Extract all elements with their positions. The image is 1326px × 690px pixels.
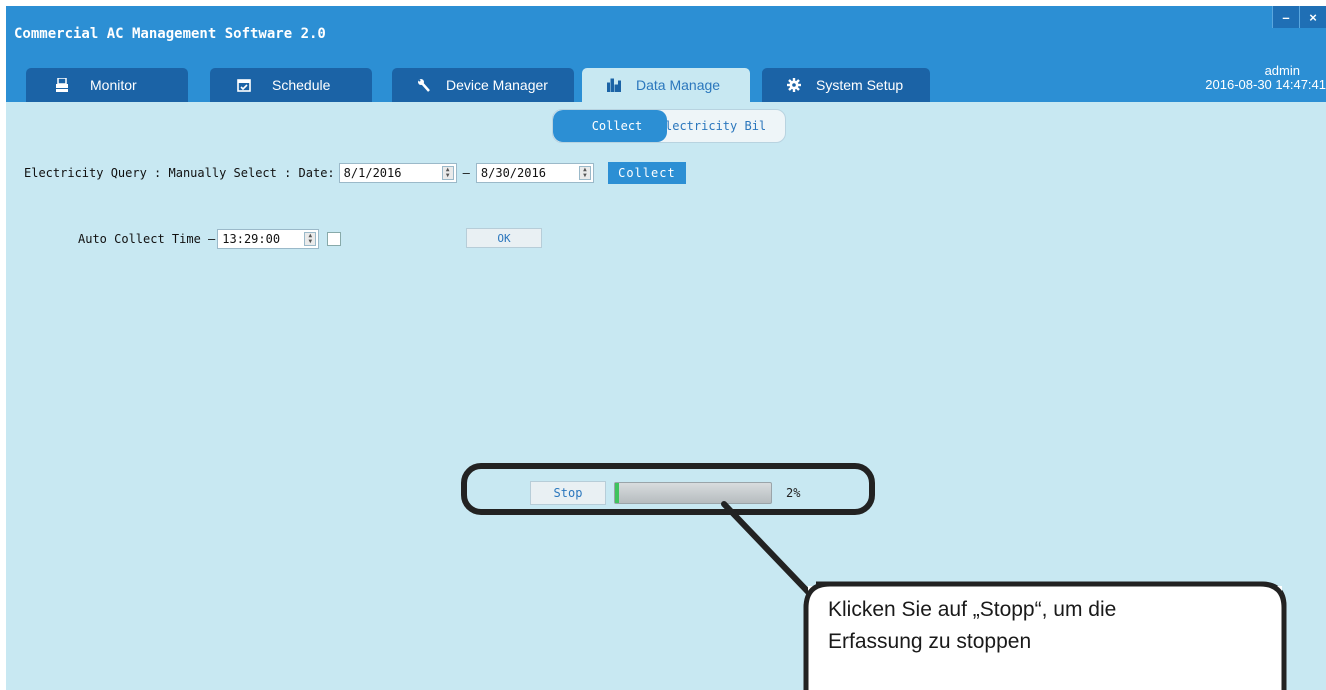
callout-line-1: Klicken Sie auf „Stopp“, um die xyxy=(828,598,1117,621)
callout-highlight-frame xyxy=(461,463,875,515)
ok-button[interactable]: OK xyxy=(466,228,542,248)
date-to-spinner[interactable]: ▲ ▼ xyxy=(578,166,591,180)
callout-text: Klicken Sie auf „Stopp“, um die Erfassun… xyxy=(828,594,1268,658)
tab-label: Device Manager xyxy=(446,77,548,93)
current-datetime: 2016-08-30 14:47:41 xyxy=(1205,77,1326,92)
auto-time-spinner[interactable]: ▲ ▼ xyxy=(304,232,317,246)
auto-time-value: 13:29:00 xyxy=(222,232,281,246)
date-separator: – xyxy=(462,166,470,180)
manual-query-row: Electricity Query : Manually Select : Da… xyxy=(24,162,686,184)
tab-label: System Setup xyxy=(816,77,904,93)
tab-label: Monitor xyxy=(90,77,137,93)
collect-button[interactable]: Collect xyxy=(607,162,686,184)
tab-system-setup[interactable]: System Setup xyxy=(762,68,930,102)
manual-query-label: Electricity Query : Manually Select : Da… xyxy=(24,166,335,180)
header-bar: Commercial AC Management Software 2.0 – … xyxy=(6,6,1326,102)
subtab-bill-label: lectricity Bil xyxy=(667,119,767,133)
user-info: admin 2016-08-30 14:47:41 xyxy=(1205,64,1326,92)
username: admin xyxy=(1264,63,1300,78)
date-from-value: 8/1/2016 xyxy=(343,166,402,180)
subtab-electricity-bill[interactable]: lectricity Bil xyxy=(667,110,785,142)
minimize-button[interactable]: – xyxy=(1272,6,1299,28)
auto-collect-label: Auto Collect Time – xyxy=(78,232,216,246)
tab-monitor[interactable]: Monitor xyxy=(26,68,188,102)
auto-collect-row: Auto Collect Time – 13:29:00 ▲ ▼ xyxy=(78,228,342,250)
subtab-collect[interactable]: Collect xyxy=(553,110,667,142)
app-window: Commercial AC Management Software 2.0 – … xyxy=(6,6,1326,690)
wrench-icon xyxy=(416,77,432,93)
printer-icon xyxy=(54,77,70,93)
date-to-value: 8/30/2016 xyxy=(480,166,546,180)
bar-chart-icon xyxy=(606,77,622,93)
date-to-field[interactable]: 8/30/2016 ▲ ▼ xyxy=(475,163,594,183)
date-from-spinner[interactable]: ▲ ▼ xyxy=(441,166,454,180)
window-controls: – × xyxy=(1272,6,1326,30)
tab-label: Data Manage xyxy=(636,77,721,93)
close-button[interactable]: × xyxy=(1299,6,1326,28)
subtab-switch: Collect lectricity Bil xyxy=(552,109,786,143)
gear-icon xyxy=(786,77,802,93)
tab-device-manager[interactable]: Device Manager xyxy=(392,68,574,102)
auto-collect-checkbox[interactable] xyxy=(327,232,342,246)
calendar-icon xyxy=(236,77,252,93)
date-from-field[interactable]: 8/1/2016 ▲ ▼ xyxy=(338,163,457,183)
tab-data-manage[interactable]: Data Manage xyxy=(582,68,750,102)
callout-line-2: Erfassung zu stoppen xyxy=(828,630,1032,653)
app-title: Commercial AC Management Software 2.0 xyxy=(14,26,326,42)
tab-label: Schedule xyxy=(272,77,331,93)
auto-time-field[interactable]: 13:29:00 ▲ ▼ xyxy=(217,229,320,249)
tab-schedule[interactable]: Schedule xyxy=(210,68,372,102)
